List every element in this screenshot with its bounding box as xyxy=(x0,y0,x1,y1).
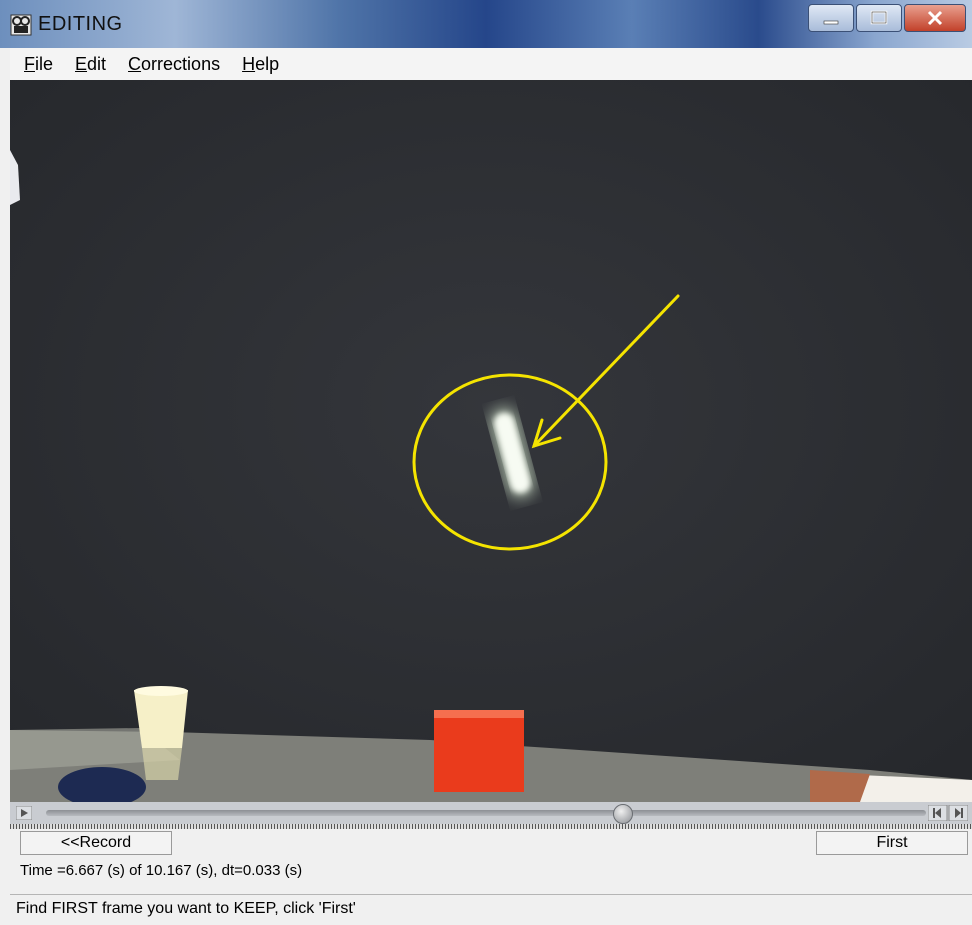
window-title: EDITING xyxy=(38,13,123,35)
menu-file[interactable]: File xyxy=(24,54,53,75)
menu-edit-rest: dit xyxy=(87,53,107,74)
red-box xyxy=(434,710,524,792)
table-leg xyxy=(810,770,870,802)
title-bar: EDITING xyxy=(0,0,972,48)
video-scene xyxy=(10,80,972,802)
film-camera-icon xyxy=(10,14,32,36)
close-icon xyxy=(927,10,943,26)
menu-edit[interactable]: Edit xyxy=(75,54,106,75)
cup-reflection xyxy=(142,748,182,780)
menu-help-accel: H xyxy=(242,53,256,74)
menu-help-rest: elp xyxy=(255,53,280,74)
play-icon[interactable] xyxy=(16,806,32,820)
menu-corrections[interactable]: Corrections xyxy=(128,54,220,75)
status-bar: Find FIRST frame you want to KEEP, click… xyxy=(10,894,972,925)
timeline-slider[interactable] xyxy=(46,810,926,816)
timeline-slider-thumb[interactable] xyxy=(613,804,634,824)
minimize-icon xyxy=(823,20,839,25)
menu-corrections-rest: orrections xyxy=(141,53,221,74)
first-button[interactable]: First xyxy=(816,831,968,855)
minimize-button[interactable] xyxy=(808,4,854,32)
menu-corrections-accel: C xyxy=(128,53,142,74)
menu-bar: File Edit Corrections Help xyxy=(10,48,972,81)
cup xyxy=(134,690,188,748)
red-box-top xyxy=(434,710,524,718)
maximize-button[interactable] xyxy=(856,4,902,32)
menu-file-accel: F xyxy=(24,53,35,74)
close-button[interactable] xyxy=(904,4,966,32)
video-frame[interactable] xyxy=(10,80,972,802)
record-button[interactable]: <<Record xyxy=(20,831,172,855)
menu-file-rest: ile xyxy=(35,53,54,74)
status-message: Find FIRST frame you want to KEEP, click… xyxy=(16,900,356,917)
menu-help[interactable]: Help xyxy=(242,54,279,75)
timeline-bar xyxy=(10,802,972,824)
time-readout: Time =6.667 (s) of 10.167 (s), dt=0.033 … xyxy=(20,862,303,879)
frame-step-icons[interactable] xyxy=(928,805,968,821)
window-controls xyxy=(808,4,966,32)
timeline-ticks xyxy=(10,824,972,829)
menu-edit-accel: E xyxy=(75,53,88,74)
cup-rim xyxy=(134,686,188,696)
maximize-icon xyxy=(870,10,888,25)
